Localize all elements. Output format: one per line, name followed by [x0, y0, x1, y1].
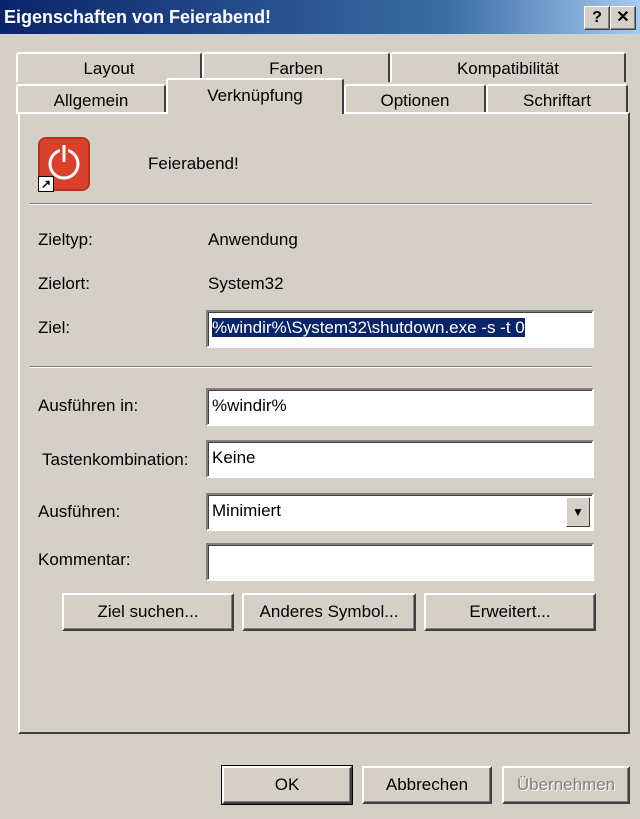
find-target-button[interactable]: Ziel suchen... — [62, 593, 234, 631]
target-location-label: Zielort: — [38, 274, 90, 293]
divider-middle — [30, 366, 592, 368]
ok-button[interactable]: OK — [221, 765, 353, 805]
target-location-value: System32 — [208, 274, 284, 293]
hotkey-field[interactable]: Keine — [206, 440, 594, 478]
hotkey-label: Tastenkombination: — [42, 450, 189, 469]
target-value: %windir%\System32\shutdown.exe -s -t 0 — [212, 318, 525, 337]
tab-kompatibilitaet[interactable]: Kompatibilität — [390, 52, 626, 82]
run-select-value: Minimiert — [212, 501, 281, 520]
change-icon-button[interactable]: Anderes Symbol... — [242, 593, 416, 631]
help-button[interactable]: ? — [584, 6, 610, 30]
tab-optionen[interactable]: Optionen — [344, 84, 486, 114]
comment-label: Kommentar: — [38, 550, 131, 569]
run-select[interactable]: Minimiert ▼ — [206, 493, 594, 531]
apply-button[interactable]: Übernehmen — [502, 766, 630, 804]
title-bar[interactable]: Eigenschaften von Feierabend! ? ✕ — [0, 0, 640, 34]
cancel-button[interactable]: Abbrechen — [362, 766, 492, 804]
tab-allgemein[interactable]: Allgemein — [16, 84, 166, 114]
tab-schriftart[interactable]: Schriftart — [486, 84, 628, 114]
shortcut-arrow-icon: ↗ — [38, 176, 54, 192]
shortcut-name: Feierabend! — [148, 154, 239, 173]
target-type-value: Anwendung — [208, 230, 298, 249]
target-label: Ziel: — [38, 318, 71, 337]
start-in-field[interactable]: %windir% — [206, 388, 594, 426]
comment-field[interactable] — [206, 543, 594, 581]
target-field[interactable]: %windir%\System32\shutdown.exe -s -t 0 — [206, 310, 594, 348]
tab-verknuepfung[interactable]: Verknüpfung — [166, 78, 344, 114]
start-in-label: Ausführen in: — [38, 396, 139, 415]
advanced-button[interactable]: Erweitert... — [424, 593, 596, 631]
target-type-label: Zieltyp: — [38, 230, 93, 249]
run-label: Ausführen: — [38, 502, 121, 521]
chevron-down-icon[interactable]: ▼ — [566, 497, 590, 527]
window-title: Eigenschaften von Feierabend! — [4, 7, 272, 27]
divider-top — [30, 203, 592, 205]
close-button[interactable]: ✕ — [610, 6, 636, 30]
